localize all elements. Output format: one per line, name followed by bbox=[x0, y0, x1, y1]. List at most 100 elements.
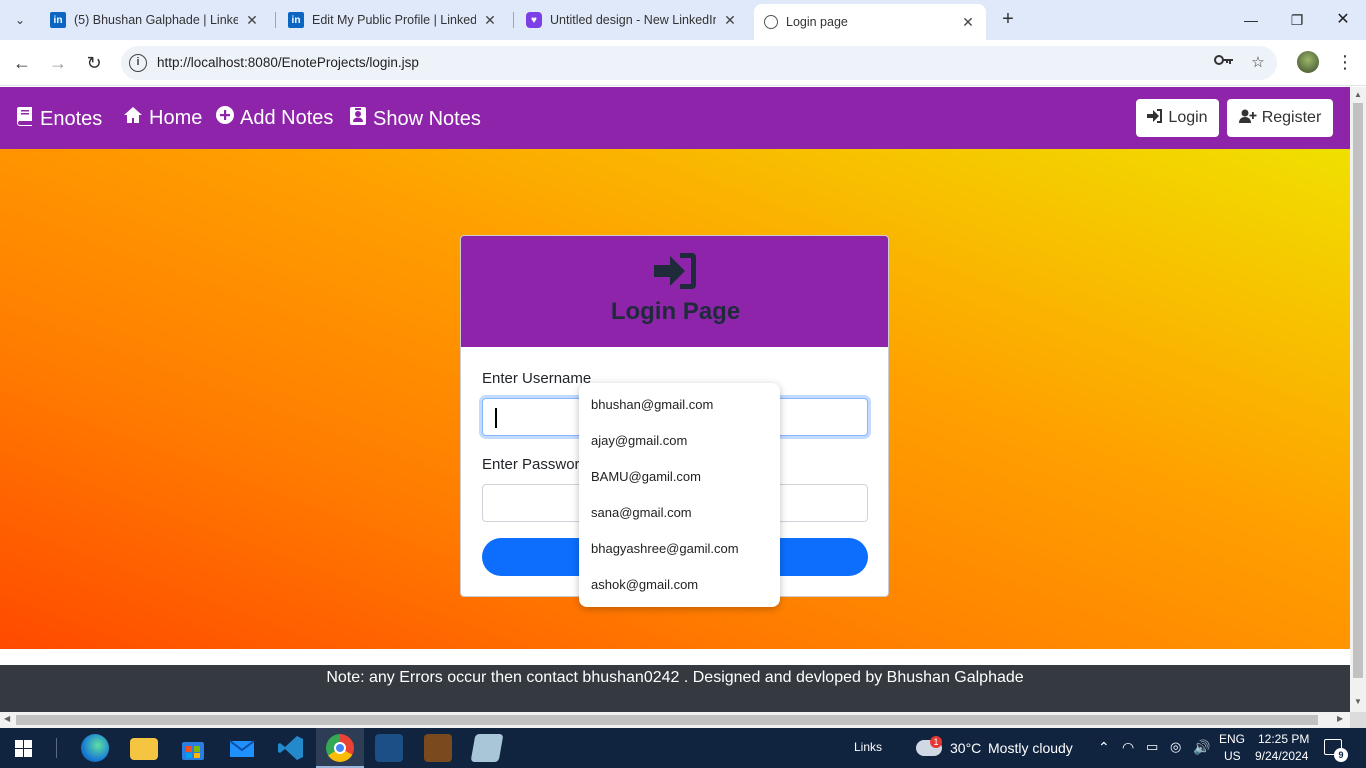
file-explorer-icon[interactable] bbox=[130, 738, 158, 760]
brand-link[interactable]: Enotes bbox=[16, 106, 102, 132]
profile-avatar[interactable] bbox=[1297, 51, 1319, 73]
scroll-left-icon[interactable]: ◀ bbox=[4, 714, 10, 723]
password-label: Enter Password bbox=[482, 456, 588, 473]
reload-button[interactable]: ↻ bbox=[82, 51, 106, 75]
weather-temp[interactable]: 30°C bbox=[950, 740, 981, 756]
autofill-dropdown: bhushan@gmail.com ajay@gmail.com BAMU@ga… bbox=[579, 383, 780, 607]
close-tab-icon[interactable]: ✕ bbox=[482, 12, 498, 29]
canva-icon: ♥ bbox=[526, 12, 542, 28]
clock-time[interactable]: 12:25 PM bbox=[1258, 732, 1309, 746]
new-tab-button[interactable]: + bbox=[996, 8, 1020, 32]
notepad-app-icon[interactable] bbox=[470, 734, 504, 762]
back-button[interactable]: ← bbox=[10, 51, 34, 75]
windows-taskbar: Links 1 30°C Mostly cloudy ⌃ ◠ ▭ ◎ 🔊 ENG… bbox=[0, 728, 1366, 768]
sign-in-icon bbox=[654, 253, 696, 294]
tab-linkedin-edit[interactable]: in Edit My Public Profile | LinkedIn ✕ bbox=[278, 6, 508, 34]
mail-icon[interactable] bbox=[228, 734, 256, 762]
autofill-option[interactable]: ajay@gmail.com bbox=[591, 433, 687, 448]
nav-add-notes[interactable]: Add Notes bbox=[216, 106, 333, 130]
scroll-down-icon[interactable]: ▼ bbox=[1353, 697, 1363, 706]
address-bar[interactable]: i http://localhost:8080/EnoteProjects/lo… bbox=[121, 46, 1277, 80]
restore-button[interactable]: ❐ bbox=[1282, 8, 1312, 32]
language-region[interactable]: US bbox=[1224, 749, 1241, 763]
vertical-scrollbar[interactable]: ▲ ▼ bbox=[1350, 87, 1366, 712]
horizontal-scroll-thumb[interactable] bbox=[16, 715, 1318, 725]
scroll-right-icon[interactable]: ▶ bbox=[1337, 714, 1343, 723]
autofill-option[interactable]: ashok@gmail.com bbox=[591, 577, 698, 592]
vscode-icon[interactable] bbox=[277, 734, 305, 762]
taskbar-links-label[interactable]: Links bbox=[854, 740, 882, 754]
browser-toolbar: ← → ↻ i http://localhost:8080/EnoteProje… bbox=[0, 40, 1366, 86]
tab-divider bbox=[513, 12, 514, 28]
speaker-icon[interactable]: 🔊 bbox=[1193, 739, 1210, 756]
password-key-icon[interactable] bbox=[1213, 53, 1235, 73]
horizontal-scrollbar[interactable]: ◀ ▶ bbox=[0, 712, 1350, 728]
game-app-icon[interactable] bbox=[424, 734, 452, 762]
footer-note: Note: any Errors occur then contact bhus… bbox=[326, 669, 1024, 686]
close-window-button[interactable]: ✕ bbox=[1328, 8, 1358, 32]
login-button-label: Login bbox=[1168, 109, 1208, 126]
tab-linkedin-profile[interactable]: in (5) Bhushan Galphade | LinkedIn ✕ bbox=[40, 6, 270, 34]
globe-icon bbox=[764, 15, 778, 29]
login-card-header: Login Page bbox=[461, 236, 888, 347]
tab-title: (5) Bhushan Galphade | LinkedIn bbox=[74, 13, 238, 27]
microsoft-store-icon[interactable] bbox=[179, 734, 207, 762]
chrome-icon[interactable] bbox=[326, 734, 354, 762]
url-text[interactable]: http://localhost:8080/EnoteProjects/logi… bbox=[157, 55, 419, 70]
nav-home-label: Home bbox=[149, 106, 203, 129]
minimize-button[interactable]: — bbox=[1236, 8, 1266, 32]
nav-show-notes[interactable]: Show Notes bbox=[349, 106, 481, 132]
weather-badge: 1 bbox=[930, 736, 942, 748]
tab-title: Login page bbox=[786, 15, 848, 29]
forward-button[interactable]: → bbox=[46, 51, 70, 75]
tab-title: Edit My Public Profile | LinkedIn bbox=[312, 13, 476, 27]
scroll-up-icon[interactable]: ▲ bbox=[1353, 90, 1363, 99]
page-title: Login Page bbox=[610, 298, 741, 325]
user-badge-icon bbox=[349, 106, 367, 132]
login-button[interactable]: Login bbox=[1136, 99, 1219, 137]
brand-label: Enotes bbox=[40, 107, 103, 130]
mysql-workbench-icon[interactable] bbox=[375, 734, 403, 762]
username-label: Enter Username bbox=[482, 370, 592, 387]
vertical-scroll-thumb[interactable] bbox=[1353, 103, 1363, 678]
linkedin-icon: in bbox=[288, 12, 304, 28]
nav-home[interactable]: Home bbox=[123, 106, 202, 130]
sign-in-icon bbox=[1147, 108, 1163, 128]
taskbar-divider bbox=[56, 738, 57, 758]
tab-login-page[interactable]: Login page ✕ bbox=[754, 4, 986, 40]
home-icon bbox=[123, 106, 143, 130]
close-tab-icon[interactable]: ✕ bbox=[722, 12, 738, 29]
weather-description[interactable]: Mostly cloudy bbox=[988, 740, 1073, 756]
bookmark-star-icon[interactable]: ☆ bbox=[1247, 53, 1269, 73]
edge-icon[interactable] bbox=[81, 734, 109, 762]
autofill-option[interactable]: bhushan@gmail.com bbox=[591, 397, 713, 412]
plus-circle-icon bbox=[216, 106, 234, 130]
autofill-option[interactable]: sana@gmail.com bbox=[591, 505, 692, 520]
nav-add-notes-label: Add Notes bbox=[240, 106, 334, 129]
text-caret bbox=[495, 408, 497, 428]
autofill-option[interactable]: BAMU@gamil.com bbox=[591, 469, 701, 484]
camera-icon[interactable]: ◎ bbox=[1170, 739, 1181, 755]
autofill-option[interactable]: bhagyashree@gamil.com bbox=[591, 541, 739, 556]
wifi-icon[interactable]: ◠ bbox=[1122, 739, 1134, 756]
site-info-icon[interactable]: i bbox=[129, 54, 147, 72]
tab-search-button[interactable]: ⌄ bbox=[8, 8, 32, 32]
windows-start-icon[interactable] bbox=[15, 740, 32, 762]
clock-date[interactable]: 9/24/2024 bbox=[1255, 749, 1308, 763]
site-navbar: Enotes Home Add Notes Show Notes Login R… bbox=[0, 87, 1350, 149]
battery-icon[interactable]: ▭ bbox=[1146, 739, 1158, 755]
tab-title: Untitled design - New LinkedIn bbox=[550, 13, 716, 27]
linkedin-icon: in bbox=[50, 12, 66, 28]
close-tab-icon[interactable]: ✕ bbox=[244, 12, 260, 29]
page-footer: Note: any Errors occur then contact bhus… bbox=[0, 665, 1350, 712]
tab-divider bbox=[275, 12, 276, 28]
chevron-up-icon[interactable]: ⌃ bbox=[1098, 739, 1110, 756]
browser-menu-icon[interactable]: ⋮ bbox=[1336, 51, 1354, 75]
book-icon bbox=[16, 106, 34, 132]
language-code[interactable]: ENG bbox=[1219, 732, 1245, 746]
user-plus-icon bbox=[1238, 109, 1257, 128]
scrollbar-corner bbox=[1350, 712, 1366, 728]
tab-canva[interactable]: ♥ Untitled design - New LinkedIn ✕ bbox=[516, 6, 748, 34]
register-button[interactable]: Register bbox=[1227, 99, 1333, 137]
close-tab-icon[interactable]: ✕ bbox=[960, 14, 976, 31]
